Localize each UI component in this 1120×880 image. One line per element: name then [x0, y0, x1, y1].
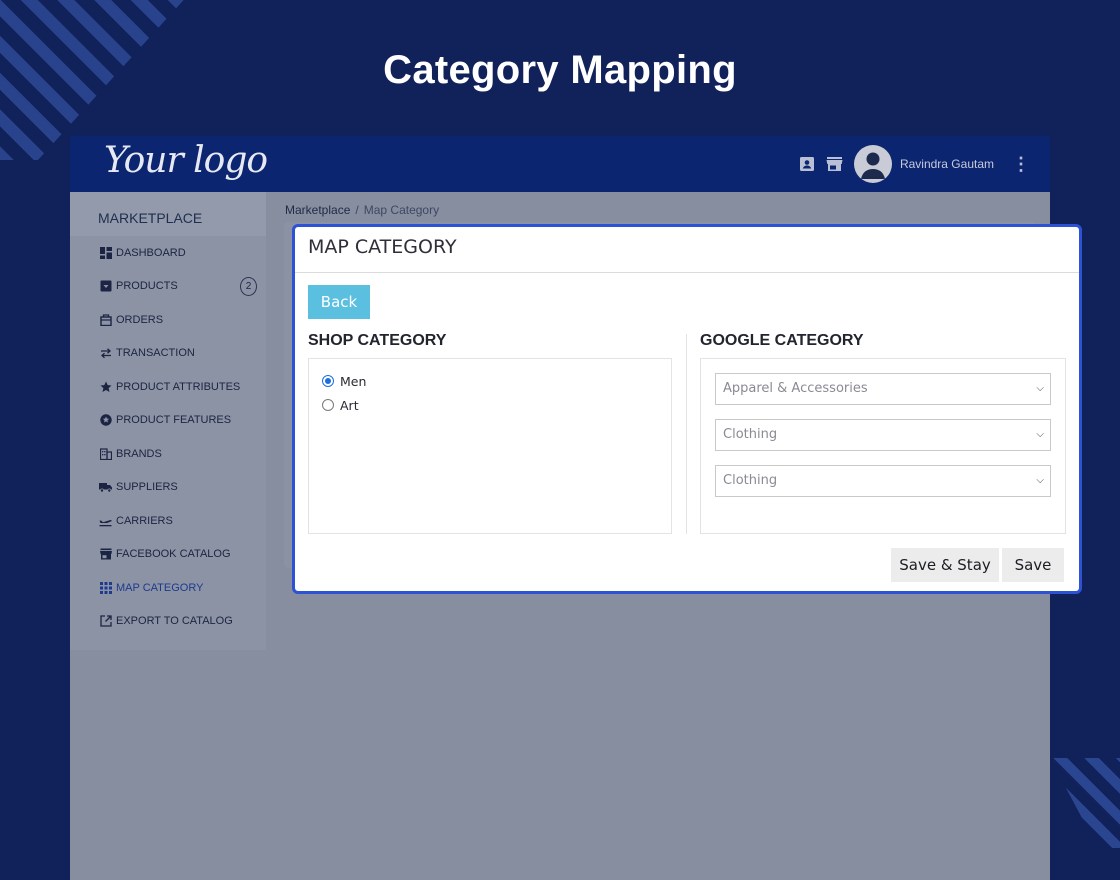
google-category-title: GOOGLE CATEGORY — [700, 332, 864, 349]
star-icon — [99, 380, 112, 393]
shop-category-title: SHOP CATEGORY — [308, 332, 447, 349]
dashboard-icon — [99, 246, 112, 259]
google-category-select-3[interactable]: Clothing ⌵ — [715, 465, 1051, 497]
sidebar-item-transaction[interactable]: TRANSACTION — [70, 337, 266, 371]
google-category-box: Apparel & Accessories ⌵ Clothing ⌵ Cloth… — [700, 358, 1066, 534]
map-category-modal: MAP CATEGORY Back SHOP CATEGORY Men Art … — [292, 224, 1082, 594]
sidebar-item-label: EXPORT TO CATALOG — [116, 615, 233, 628]
avatar[interactable] — [853, 145, 892, 183]
sidebar-item-brands[interactable]: BRANDS — [70, 437, 266, 471]
sidebar-item-facebook-catalog[interactable]: FACEBOOK CATALOG — [70, 538, 266, 572]
sidebar-item-suppliers[interactable]: SUPPLIERS — [70, 471, 266, 505]
chevron-down-icon: ⌵ — [1036, 383, 1044, 394]
column-divider — [686, 334, 687, 534]
user-name[interactable]: Ravindra Gautam — [900, 157, 994, 171]
sidebar-item-label: PRODUCT ATTRIBUTES — [116, 380, 241, 393]
radio-label: Men — [340, 373, 367, 389]
building-icon — [99, 447, 112, 460]
back-button[interactable]: Back — [308, 285, 370, 319]
store-icon[interactable] — [826, 155, 844, 173]
sidebar-item-label: BRANDS — [116, 447, 162, 460]
basket-icon — [99, 313, 112, 326]
sidebar-item-products[interactable]: PRODUCTS 2 — [70, 270, 266, 304]
breadcrumb-current: Map Category — [363, 203, 440, 217]
sidebar-item-map-category[interactable]: MAP CATEGORY — [70, 571, 266, 605]
shop-category-box: Men Art — [308, 358, 672, 534]
logo[interactable]: Your logo — [104, 140, 268, 181]
sidebar-item-product-attributes[interactable]: PRODUCT ATTRIBUTES — [70, 370, 266, 404]
truck-icon — [99, 481, 112, 494]
decorative-stripes — [1050, 758, 1120, 848]
radio-option-men[interactable]: Men — [322, 369, 671, 393]
sidebar-item-label: ORDERS — [116, 313, 164, 326]
feature-star-icon — [99, 414, 112, 427]
sidebar-item-product-features[interactable]: PRODUCT FEATURES — [70, 404, 266, 438]
export-icon — [99, 615, 112, 628]
sidebar-item-export-to-catalog[interactable]: EXPORT TO CATALOG — [70, 605, 266, 639]
page-heading: Category Mapping — [383, 48, 737, 92]
store-icon — [99, 548, 112, 561]
radio-label: Art — [340, 397, 359, 413]
chevron-down-icon: ⌵ — [1036, 475, 1044, 486]
plane-icon — [99, 514, 112, 527]
sidebar-item-label: FACEBOOK CATALOG — [116, 548, 231, 561]
sidebar-title: MARKETPLACE — [70, 192, 266, 236]
google-category-select-2[interactable]: Clothing ⌵ — [715, 419, 1051, 451]
radio-button[interactable] — [322, 399, 334, 411]
sidebar: MARKETPLACE DASHBOARD PRODUCTS 2 ORDERS TRAN… — [70, 192, 266, 650]
breadcrumb-separator: / — [355, 203, 359, 217]
sidebar-item-dashboard[interactable]: DASHBOARD — [70, 236, 266, 270]
sidebar-item-label: TRANSACTION — [116, 347, 195, 360]
more-vert-icon[interactable]: ⋮ — [1012, 154, 1030, 175]
chevron-down-icon: ⌵ — [1036, 429, 1044, 440]
count-badge: 2 — [240, 276, 257, 296]
sidebar-item-label: DASHBOARD — [116, 246, 186, 259]
select-value: Clothing — [723, 427, 778, 442]
modal-title: MAP CATEGORY — [295, 227, 1079, 273]
sidebar-item-label: SUPPLIERS — [116, 481, 178, 494]
radio-button[interactable] — [322, 375, 334, 387]
save-and-stay-button[interactable]: Save & Stay — [891, 548, 999, 582]
swap-icon — [99, 347, 112, 360]
grid-icon — [99, 581, 112, 594]
archive-icon — [99, 280, 112, 293]
radio-option-art[interactable]: Art — [322, 393, 671, 417]
sidebar-item-carriers[interactable]: CARRIERS — [70, 504, 266, 538]
sidebar-item-label: CARRIERS — [116, 514, 173, 527]
google-category-select-1[interactable]: Apparel & Accessories ⌵ — [715, 373, 1051, 405]
sidebar-item-orders[interactable]: ORDERS — [70, 303, 266, 337]
sidebar-item-label: MAP CATEGORY — [116, 581, 204, 594]
breadcrumb: Marketplace / Map Category — [285, 203, 439, 217]
breadcrumb-root[interactable]: Marketplace — [285, 203, 350, 217]
sidebar-item-label: PRODUCT FEATURES — [116, 414, 232, 427]
select-value: Apparel & Accessories — [723, 381, 868, 396]
save-button[interactable]: Save — [1002, 548, 1064, 582]
top-bar: Your logo Ravindra Gautam ⋮ — [70, 136, 1050, 192]
top-bar-actions: Ravindra Gautam ⋮ — [798, 143, 1030, 185]
sidebar-item-label: PRODUCTS — [116, 280, 178, 293]
contact-card-icon[interactable] — [798, 155, 816, 173]
select-value: Clothing — [723, 473, 778, 488]
